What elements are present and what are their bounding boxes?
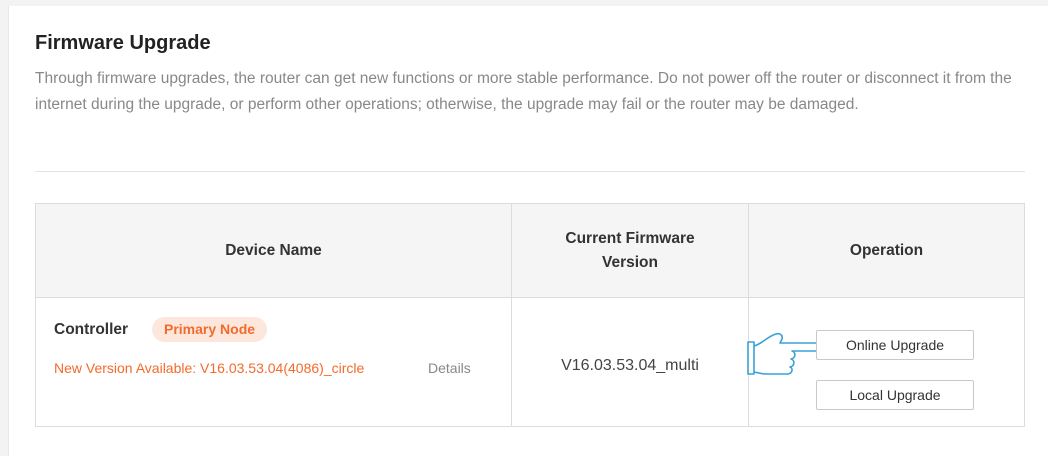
pointing-hand-icon — [747, 332, 822, 375]
local-upgrade-button[interactable]: Local Upgrade — [816, 380, 974, 410]
page-title: Firmware Upgrade — [35, 32, 211, 54]
primary-node-badge: Primary Node — [152, 317, 268, 342]
details-link[interactable]: Details — [428, 355, 471, 382]
new-version-available: New Version Available: V16.03.53.04(4086… — [54, 360, 365, 376]
online-upgrade-button[interactable]: Online Upgrade — [816, 330, 974, 360]
device-name: Controller — [54, 321, 129, 338]
firmware-table: Device Name Current Firmware Version Ope… — [35, 203, 1025, 427]
divider — [35, 171, 1025, 172]
current-firmware-version: V16.03.53.04_multi — [561, 357, 699, 374]
page-description: Through firmware upgrades, the router ca… — [35, 70, 1012, 113]
firmware-upgrade-card: Firmware Upgrade Through firmware upgrad… — [8, 6, 1048, 456]
header-current-firmware-version: Current Firmware Version — [565, 229, 695, 271]
header-device-name: Device Name — [225, 241, 322, 259]
header-operation: Operation — [849, 241, 924, 259]
